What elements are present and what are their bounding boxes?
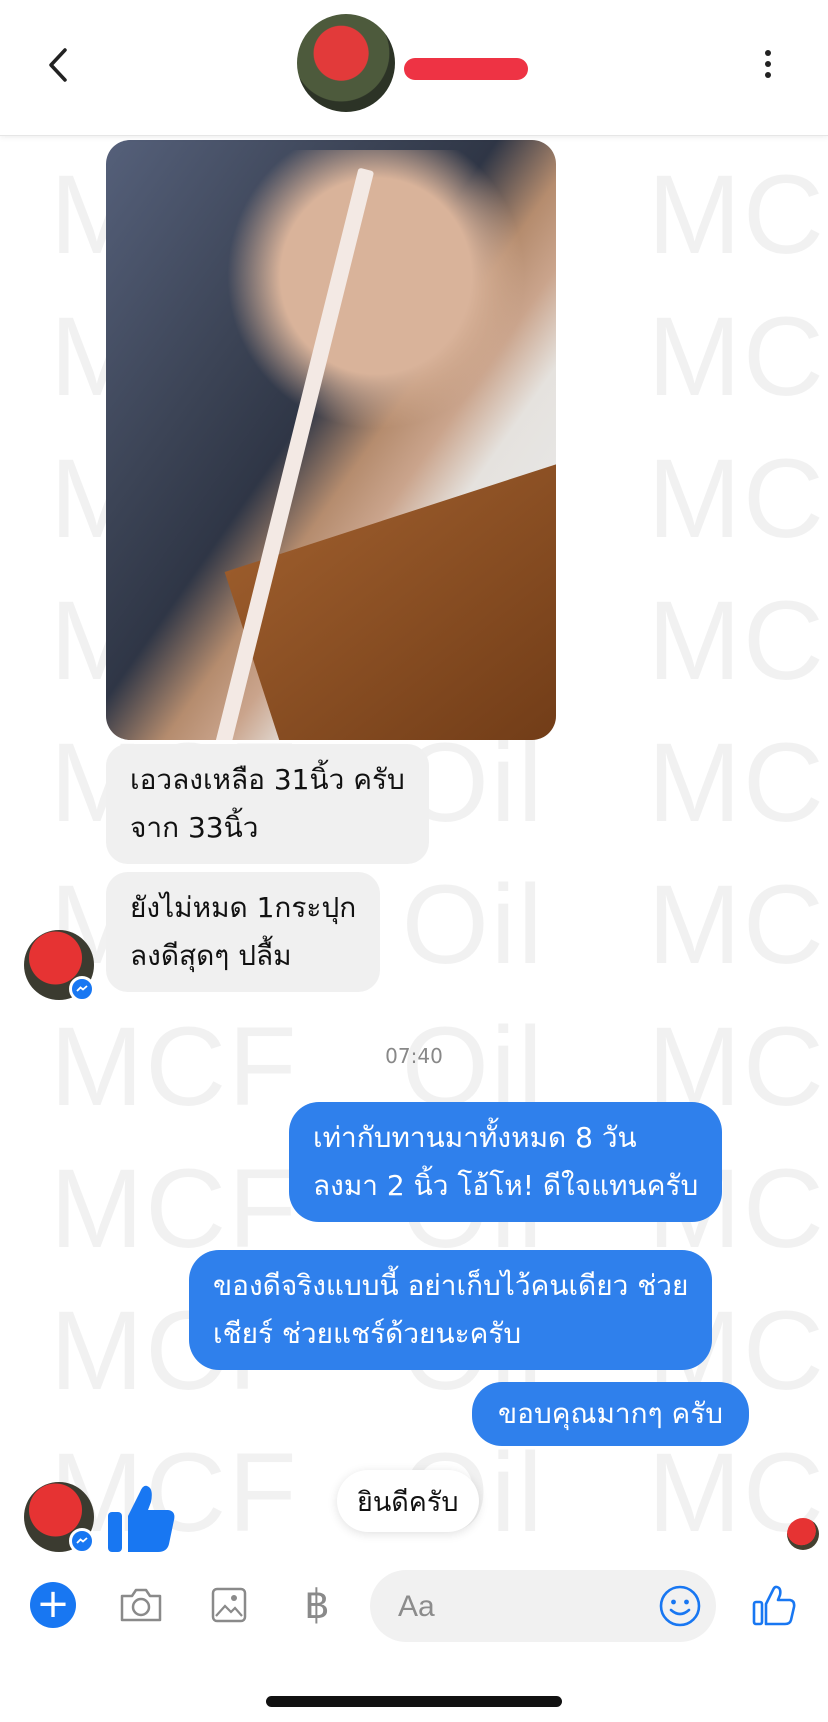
message-composer: + ฿ Aa bbox=[0, 1554, 828, 1654]
plus-icon[interactable]: + bbox=[30, 1582, 76, 1628]
message-line: เอวลงเหลือ 31นิ้ว ครับ bbox=[130, 763, 405, 796]
shared-photo[interactable] bbox=[106, 140, 556, 740]
incoming-message[interactable]: ยังไม่หมด 1กระปุก ลงดีสุดๆ ปลื้ม bbox=[106, 872, 381, 992]
outgoing-message[interactable]: เท่ากับทานมาทั้งหมด 8 วัน ลงมา 2 นิ้ว โอ… bbox=[289, 1102, 723, 1222]
messenger-badge-icon bbox=[69, 1528, 95, 1554]
home-indicator bbox=[266, 1696, 562, 1707]
message-line: ขอบคุณมากๆ ครับ bbox=[498, 1397, 724, 1430]
outgoing-message[interactable]: ขอบคุณมากๆ ครับ bbox=[472, 1382, 750, 1446]
image-icon bbox=[211, 1587, 247, 1623]
gallery-button[interactable] bbox=[204, 1580, 254, 1630]
camera-icon bbox=[120, 1588, 162, 1622]
conversation: เอวลงเหลือ 31นิ้ว ครับ จาก 33นิ้ว ยังไม่… bbox=[0, 136, 828, 1554]
message-line: เท่ากับทานมาทั้งหมด 8 วัน bbox=[313, 1121, 637, 1154]
emoji-icon[interactable] bbox=[658, 1584, 702, 1628]
payment-button[interactable]: ฿ bbox=[292, 1580, 342, 1630]
message-line: ของดีจริงแบบนี้ อย่าเก็บไว้คนเดียว ช่วย bbox=[213, 1269, 689, 1302]
message-line: ลงมา 2 นิ้ว โอ้โห! ดีใจแทนครับ bbox=[313, 1169, 699, 1202]
outgoing-message[interactable]: ของดีจริงแบบนี้ อย่าเก็บไว้คนเดียว ช่วย … bbox=[189, 1250, 713, 1370]
contact-avatar[interactable] bbox=[297, 14, 395, 112]
vertical-ellipsis-icon bbox=[765, 50, 771, 56]
incoming-message[interactable]: เอวลงเหลือ 31นิ้ว ครับ จาก 33นิ้ว bbox=[106, 744, 429, 864]
contact-name-redacted[interactable] bbox=[404, 58, 528, 80]
thumbs-up-icon[interactable] bbox=[106, 1480, 178, 1556]
thumbs-up-icon[interactable] bbox=[752, 1582, 796, 1626]
message-timestamp: 07:40 bbox=[385, 1044, 443, 1068]
back-button[interactable] bbox=[38, 40, 78, 90]
message-line: จาก 33นิ้ว bbox=[130, 811, 259, 844]
chat-header bbox=[0, 0, 828, 136]
message-line: ยังไม่หมด 1กระปุก bbox=[130, 891, 357, 924]
quick-reply-chip[interactable]: ยินดีครับ bbox=[337, 1470, 479, 1532]
message-input-placeholder: Aa bbox=[398, 1590, 435, 1623]
chevron-left-icon bbox=[49, 48, 67, 82]
messenger-badge-icon bbox=[69, 976, 95, 1002]
message-line: ลงดีสุดๆ ปลื้ม bbox=[130, 939, 292, 972]
seen-avatar bbox=[787, 1518, 819, 1550]
quick-reply-label: ยินดีครับ bbox=[357, 1486, 459, 1518]
camera-button[interactable] bbox=[116, 1580, 166, 1630]
message-input[interactable]: Aa bbox=[370, 1570, 716, 1642]
baht-icon: ฿ bbox=[304, 1582, 330, 1628]
message-line: เชียร์ ช่วยแชร์ด้วยนะครับ bbox=[213, 1317, 522, 1350]
more-options-button[interactable] bbox=[756, 44, 780, 84]
